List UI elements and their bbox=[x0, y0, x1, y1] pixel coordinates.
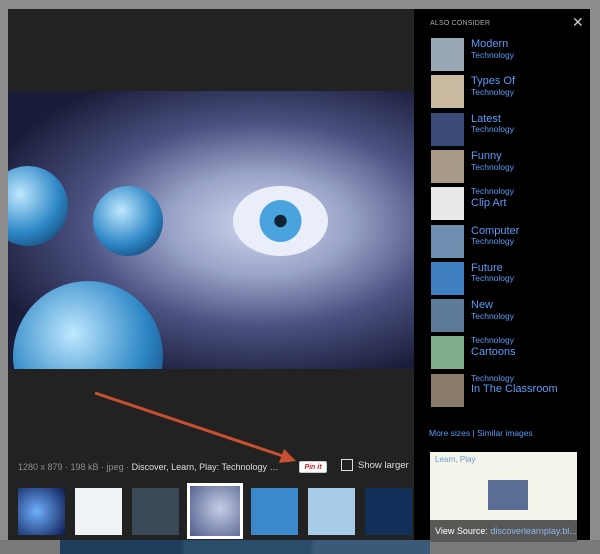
annotation-arrow-icon bbox=[94, 391, 296, 463]
